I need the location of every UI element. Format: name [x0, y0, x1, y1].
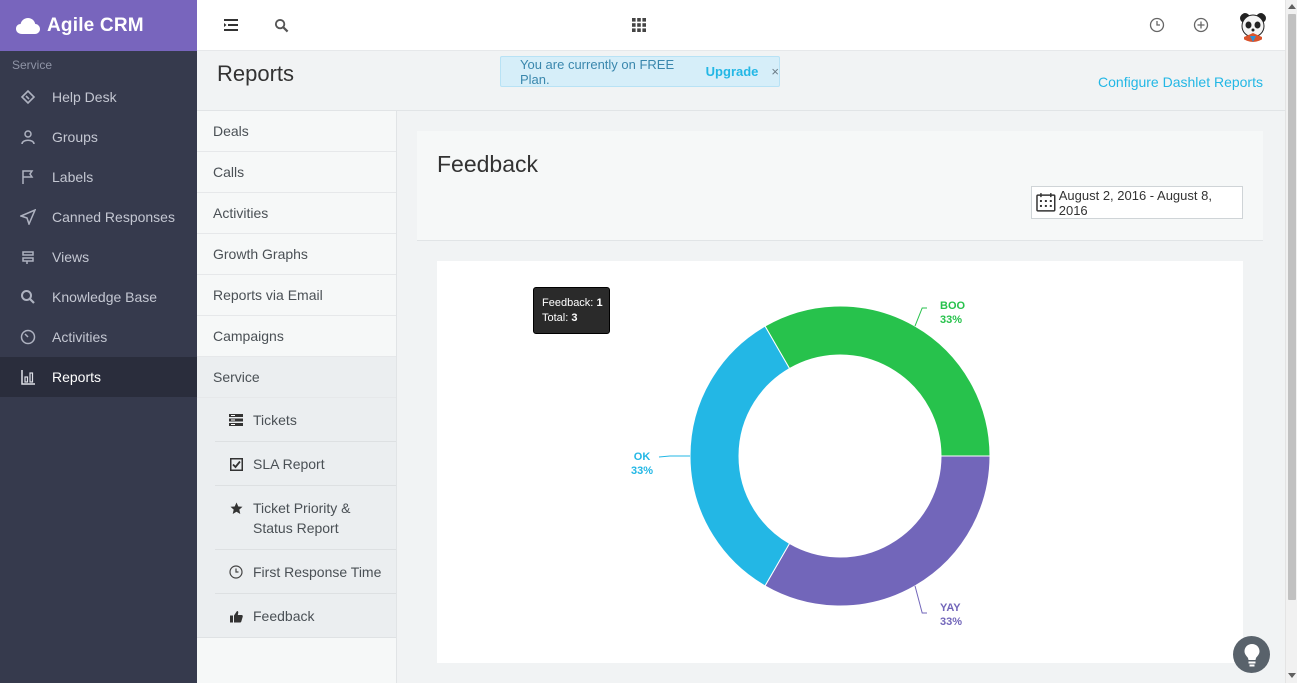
- search-icon: [20, 289, 36, 305]
- scroll-thumb[interactable]: [1288, 14, 1296, 600]
- report-menu-item-calls[interactable]: Calls: [197, 152, 396, 193]
- paper-plane-icon: [20, 209, 36, 225]
- sidebar-item-views[interactable]: Views: [0, 237, 197, 277]
- service-submenu: Tickets SLA Report Ticket Priority & Sta…: [197, 398, 396, 638]
- report-menu-item-service[interactable]: Service: [197, 357, 396, 398]
- slice-percent-ok: 33%: [631, 465, 654, 477]
- chart-tooltip: Feedback: 1 Total: 3: [533, 287, 610, 334]
- report-card-header: Feedback August 2, 2016 - August 8, 2016: [417, 131, 1263, 241]
- search-icon[interactable]: [272, 16, 290, 34]
- configure-dashlet-reports-link[interactable]: Configure Dashlet Reports: [1098, 74, 1263, 90]
- sidebar-item-label: Labels: [52, 169, 94, 185]
- clock-icon: [229, 565, 243, 579]
- submenu-item-label: Tickets: [253, 412, 297, 428]
- sidebar-item-help-desk[interactable]: Help Desk: [0, 77, 197, 117]
- star-icon: [229, 501, 243, 515]
- brand-name: Agile CRM: [47, 14, 144, 36]
- submenu-item-label: Ticket Priority & Status Report: [253, 500, 351, 536]
- cloud-icon: [16, 17, 40, 34]
- date-range-picker[interactable]: August 2, 2016 - August 8, 2016: [1031, 186, 1243, 219]
- bar-chart-icon: [20, 369, 36, 385]
- plan-banner-text: You are currently on FREE Plan.: [520, 56, 675, 87]
- tickets-icon: [229, 413, 243, 427]
- slice-name-boo: BOO: [940, 300, 966, 312]
- date-range-text: August 2, 2016 - August 8, 2016: [1058, 187, 1212, 218]
- slice-percent-yay: 33%: [940, 616, 963, 628]
- user-avatar[interactable]: [1237, 10, 1269, 42]
- thumbs-up-icon: [229, 609, 243, 623]
- donut-slice-yay[interactable]: [764, 455, 991, 607]
- submenu-item-first-response-time[interactable]: First Response Time: [215, 550, 396, 594]
- slice-label-yay: YAY 33%: [940, 601, 962, 629]
- sidebar-section-label: Service: [12, 58, 53, 72]
- report-menu-item-campaigns[interactable]: Campaigns: [197, 316, 396, 357]
- submenu-item-feedback[interactable]: Feedback: [215, 594, 396, 637]
- lightbulb-icon: [1244, 643, 1259, 666]
- sidebar-item-activities[interactable]: Activities: [0, 317, 197, 357]
- add-circle-icon[interactable]: [1192, 16, 1210, 34]
- left-sidebar: Agile CRM Service Help Desk Groups Label…: [0, 0, 197, 683]
- report-menu-item-deals[interactable]: Deals: [197, 111, 396, 152]
- leader-line-boo: [914, 307, 927, 327]
- sidebar-item-knowledge-base[interactable]: Knowledge Base: [0, 277, 197, 317]
- apps-grid-icon[interactable]: [630, 16, 648, 34]
- plan-banner: You are currently on FREE Plan. Upgrade …: [500, 56, 780, 87]
- submenu-item-label: First Response Time: [253, 564, 382, 580]
- sidebar-item-label: Groups: [52, 129, 98, 145]
- sidebar-item-canned-responses[interactable]: Canned Responses: [0, 197, 197, 237]
- slice-label-boo: BOO 33%: [940, 299, 965, 327]
- submenu-item-label: Feedback: [253, 608, 315, 624]
- sidebar-item-label: Canned Responses: [52, 209, 175, 225]
- page-scrollbar[interactable]: [1285, 0, 1297, 683]
- page-title: Reports: [217, 61, 295, 86]
- upgrade-link[interactable]: Upgrade: [706, 64, 759, 79]
- flag-icon: [20, 169, 36, 185]
- scroll-down-arrow[interactable]: [1288, 673, 1296, 678]
- submenu-item-label: SLA Report: [253, 456, 325, 472]
- donut-slice-boo[interactable]: [764, 305, 991, 457]
- sidebar-item-groups[interactable]: Groups: [0, 117, 197, 157]
- slice-label-ok: OK 33%: [631, 450, 653, 478]
- signpost-icon: [20, 249, 36, 265]
- brand-logo[interactable]: Agile CRM: [0, 0, 197, 51]
- sidebar-item-label: Knowledge Base: [52, 289, 158, 305]
- users-icon: [20, 129, 36, 145]
- submenu-item-tickets[interactable]: Tickets: [215, 398, 396, 442]
- sidebar-item-label: Activities: [52, 329, 108, 345]
- tooltip-label: Feedback:: [542, 297, 594, 309]
- slice-name-ok: OK: [633, 451, 651, 463]
- donut-slice-ok[interactable]: [689, 325, 791, 587]
- report-menu: Deals Calls Activities Growth Graphs Rep…: [197, 111, 397, 683]
- slice-name-yay: YAY: [940, 602, 961, 614]
- leader-line-ok: [658, 455, 690, 458]
- report-menu-item-reports-via-email[interactable]: Reports via Email: [197, 275, 396, 316]
- tooltip-total-label: Total:: [542, 312, 569, 324]
- report-menu-item-growth-graphs[interactable]: Growth Graphs: [197, 234, 396, 275]
- feedback-chart-panel: BOO 33% YAY 33% OK 33% Feedback: 1 Total…: [437, 261, 1243, 663]
- tooltip-value: 1: [596, 297, 603, 309]
- sidebar-item-label: Help Desk: [52, 89, 117, 105]
- sidebar-item-label: Views: [52, 249, 90, 265]
- report-menu-item-activities[interactable]: Activities: [197, 193, 396, 234]
- submenu-item-ticket-priority-status[interactable]: Ticket Priority & Status Report: [215, 486, 396, 550]
- sidebar-item-label: Reports: [52, 369, 102, 385]
- sidebar-item-labels[interactable]: Labels: [0, 157, 197, 197]
- leader-line-yay: [914, 585, 927, 614]
- checkbox-icon: [229, 457, 243, 471]
- submenu-item-sla-report[interactable]: SLA Report: [215, 442, 396, 486]
- gauge-icon: [20, 329, 36, 345]
- tooltip-total-value: 3: [571, 312, 578, 324]
- scroll-up-arrow[interactable]: [1288, 4, 1296, 9]
- help-bulb-button[interactable]: [1233, 636, 1270, 673]
- menu-toggle-icon[interactable]: [222, 16, 240, 34]
- report-title: Feedback: [437, 151, 539, 177]
- top-bar: [197, 0, 1285, 51]
- sidebar-item-reports[interactable]: Reports: [0, 357, 197, 397]
- calendar-icon: [1036, 193, 1056, 212]
- slice-percent-boo: 33%: [940, 314, 963, 326]
- ticket-icon: [20, 89, 36, 105]
- banner-close-button[interactable]: ×: [771, 64, 779, 79]
- clock-icon[interactable]: [1148, 16, 1166, 34]
